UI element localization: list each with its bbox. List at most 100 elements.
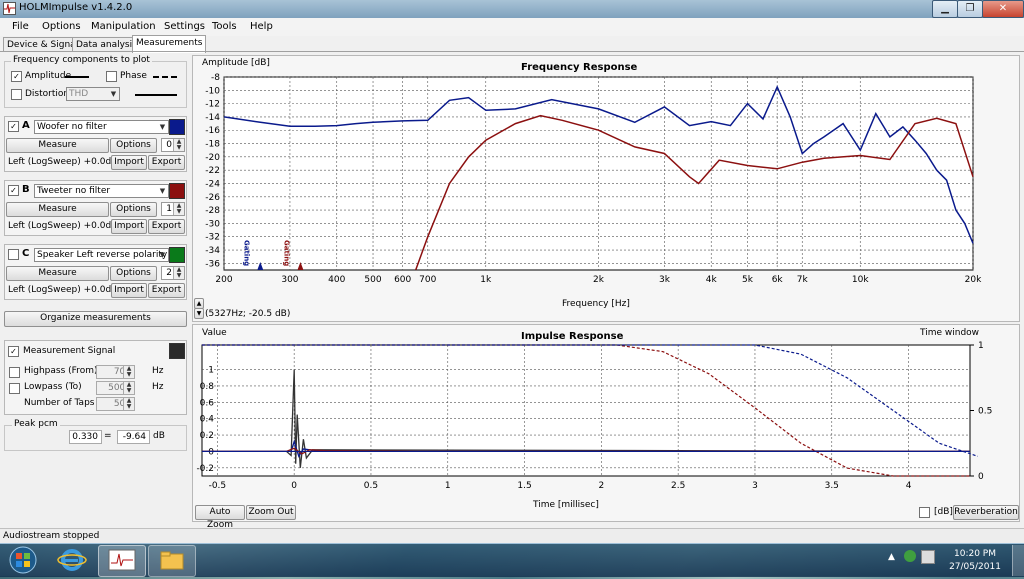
- measurement-c-letter: C: [22, 248, 30, 259]
- measurement-b-checkbox[interactable]: ✓: [8, 185, 19, 196]
- measurement-c-checkbox[interactable]: [8, 249, 19, 260]
- highpass-checkbox[interactable]: [9, 367, 20, 378]
- plot-area: [201, 344, 971, 477]
- taskbar-explorer-button[interactable]: [148, 545, 196, 577]
- taskbar-holmimpulse-button[interactable]: [98, 545, 146, 577]
- chevron-down-icon: ▼: [159, 187, 166, 195]
- x-tick-label: 0.5: [364, 481, 378, 491]
- spinner-arrows-icon[interactable]: ▲ ▼: [173, 139, 184, 151]
- taps-input[interactable]: 501▲▼: [96, 397, 135, 411]
- scroll-down-button[interactable]: ▼: [194, 308, 204, 319]
- measurement-a-measure-button[interactable]: Measure: [6, 138, 109, 153]
- highpass-label: Highpass (From): [24, 366, 98, 376]
- measurement-c-import-button[interactable]: Import: [111, 283, 147, 298]
- x-tick-label: 4k: [706, 275, 718, 285]
- maximize-button[interactable]: ❐: [957, 0, 983, 18]
- measurement-c-dropdown[interactable]: Speaker Left reverse polarity ▼: [34, 248, 169, 262]
- measurement-a-export-button[interactable]: Export: [148, 155, 185, 170]
- organize-measurements-button[interactable]: Organize measurements: [4, 311, 187, 327]
- distortion-type-value: THD: [69, 89, 89, 99]
- distortion-line-sample: [135, 94, 177, 96]
- peak-equals: =: [104, 431, 112, 441]
- network-status-icon[interactable]: [904, 550, 916, 562]
- spinner-arrows-icon[interactable]: ▲ ▼: [173, 203, 184, 215]
- spinner-arrows-icon[interactable]: ▲ ▼: [123, 366, 134, 378]
- impulse-response-chart[interactable]: 1 0.8 0.6 0.4 0.2 0 -0.2 -0.5 0 0.5 1 1.5 2 2.5 3 3.5 4 1…: [192, 324, 1018, 520]
- y2-tick-label: 0: [978, 472, 984, 482]
- db-checkbox[interactable]: [919, 507, 930, 518]
- x-tick-label: 2.5: [671, 481, 685, 491]
- measurement-b-dropdown[interactable]: Tweeter no filter ▼: [34, 184, 169, 198]
- measurement-c-export-button[interactable]: Export: [148, 283, 185, 298]
- measurement-c-options-button[interactable]: Options: [110, 266, 157, 281]
- x-tick-label: 2: [598, 481, 604, 491]
- lowpass-input[interactable]: 5000 ▲ ▼: [96, 381, 135, 395]
- measurement-b-info: Left (LogSweep) +0.0dB: [8, 221, 118, 231]
- measurement-c-measure-button[interactable]: Measure: [6, 266, 109, 281]
- menu-tools[interactable]: Tools: [212, 21, 237, 32]
- phase-checkbox[interactable]: [106, 71, 117, 82]
- measurement-b-offset-value: 1: [166, 204, 172, 214]
- measurement-b-color-swatch[interactable]: [169, 183, 185, 199]
- menu-file[interactable]: File: [12, 21, 29, 32]
- distortion-type-dropdown[interactable]: THD ▼: [66, 87, 120, 101]
- spinner-arrows-icon[interactable]: ▲ ▼: [123, 382, 134, 394]
- spinner-arrows-icon[interactable]: ▲ ▼: [123, 398, 134, 410]
- x-tick-label: 1k: [480, 275, 492, 285]
- measurement-b-measure-button[interactable]: Measure: [6, 202, 109, 217]
- measurement-c-color-swatch[interactable]: [169, 247, 185, 263]
- highpass-input[interactable]: 700▲▼: [96, 365, 135, 379]
- menu-manipulation[interactable]: Manipulation: [91, 21, 156, 32]
- spinner-arrows-icon[interactable]: ▲ ▼: [173, 267, 184, 279]
- y-tick-label: -8: [211, 73, 220, 83]
- show-hidden-icons-icon[interactable]: ▲: [888, 552, 895, 562]
- menu-options[interactable]: Options: [42, 21, 81, 32]
- auto-zoom-button[interactable]: Auto Zoom: [195, 505, 245, 530]
- measurement-a-checkbox[interactable]: ✓: [8, 121, 19, 132]
- measurement-a-options-button[interactable]: Options: [110, 138, 157, 153]
- measurement-a-offset-spinner[interactable]: 0 ▲ ▼: [161, 138, 185, 152]
- gating-label-1: Gating: [282, 240, 290, 266]
- menu-settings[interactable]: Settings: [164, 21, 205, 32]
- measurement-a-color-swatch[interactable]: [169, 119, 185, 135]
- tab-data-analysis[interactable]: Data analysis: [72, 37, 141, 52]
- x-tick-label: 700: [419, 275, 436, 285]
- measurement-a-offset-value: 0: [166, 140, 172, 150]
- amplitude-checkbox[interactable]: ✓: [11, 71, 22, 82]
- y-tick-label: -20: [205, 153, 220, 163]
- measurement-b-import-button[interactable]: Import: [111, 219, 147, 234]
- y-tick-label: 1: [208, 366, 214, 376]
- clock-time[interactable]: 10:20 PM: [945, 549, 1005, 559]
- tab-device-signal[interactable]: Device & Signal: [3, 37, 83, 52]
- show-desktop-button[interactable]: [1012, 545, 1024, 576]
- clock-date[interactable]: 27/05/2011: [945, 562, 1005, 572]
- measurement-c-offset-value: 2: [166, 268, 172, 278]
- chevron-down-icon: ▼: [110, 90, 117, 98]
- lowpass-checkbox[interactable]: [9, 383, 20, 394]
- measurement-b-offset-spinner[interactable]: 1 ▲ ▼: [161, 202, 185, 216]
- action-center-icon[interactable]: [921, 550, 935, 564]
- y-tick-label: 0.2: [200, 431, 214, 441]
- x-tick-label: 5k: [742, 275, 754, 285]
- measurement-signal-checkbox[interactable]: ✓: [8, 346, 19, 357]
- distortion-checkbox[interactable]: [11, 89, 22, 100]
- peak-db-unit: dB: [153, 431, 165, 441]
- measurement-c-offset-spinner[interactable]: 2 ▲ ▼: [161, 266, 185, 280]
- measurement-a-import-button[interactable]: Import: [111, 155, 147, 170]
- y-tick-label: -34: [205, 246, 220, 256]
- measurement-a-dropdown[interactable]: Woofer no filter ▼: [34, 120, 169, 134]
- peak-pcm-value: 0.330: [69, 430, 102, 444]
- measurement-c-info: Left (LogSweep) +0.0dB: [8, 285, 118, 295]
- measurement-signal-color-swatch[interactable]: [169, 343, 185, 359]
- measurement-b-export-button[interactable]: Export: [148, 219, 185, 234]
- zoom-out-button[interactable]: Zoom Out: [246, 505, 296, 520]
- menu-help[interactable]: Help: [250, 21, 273, 32]
- close-button[interactable]: ✕: [982, 0, 1024, 18]
- measurement-b-options-button[interactable]: Options: [110, 202, 157, 217]
- taskbar-ie-button[interactable]: [50, 545, 94, 575]
- reverberation-button[interactable]: Reverberation: [953, 505, 1019, 520]
- start-button[interactable]: [2, 545, 44, 575]
- frequency-response-chart[interactable]: -8 -10 -12 -14 -16 -18 -20 -22 -24 -26 -28 -30 -32 -3…: [192, 55, 1018, 320]
- minimize-button[interactable]: ▁: [932, 0, 958, 18]
- x-tick-label: 3: [752, 481, 758, 491]
